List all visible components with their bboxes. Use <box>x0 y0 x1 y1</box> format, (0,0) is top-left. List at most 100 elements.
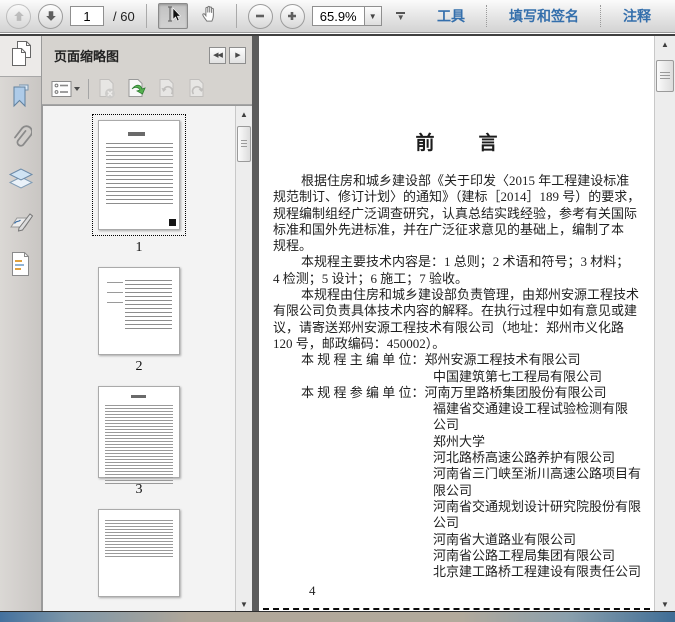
scrollbar-thumb[interactable] <box>656 60 674 92</box>
arrow-down-icon <box>44 9 58 23</box>
right-triangle-icon: ▶ <box>235 52 240 59</box>
document-text-line: 河南省交通规划设计研究院股份有限 <box>433 498 642 514</box>
document-text-line: 河南省大道路业有限公司 <box>433 531 577 547</box>
tools-link[interactable]: 工具 <box>423 2 479 30</box>
toolbar-separator <box>145 4 147 28</box>
thumbnail-scrollbar[interactable]: ▲ ▼ <box>235 106 252 612</box>
up-triangle-icon: ▲ <box>661 39 669 49</box>
selected-thumbnail-outline[interactable] <box>92 114 186 236</box>
document-text-line: 公司 <box>433 417 460 433</box>
page-footer-number: 4 <box>309 583 316 599</box>
document-text-line: 河南省三门峡至淅川高速公路项目有 <box>433 466 642 482</box>
page-thumbnail[interactable] <box>98 385 180 485</box>
thumbnail-corner-marker <box>169 219 176 226</box>
page-break-dashed-line <box>263 608 650 610</box>
document-text-line: 根据住房和城乡建设部《关于印发〈2015 年工程建设标准 <box>301 173 630 188</box>
zoom-out-button[interactable] <box>247 3 273 29</box>
thumbnail-list: 123 <box>43 106 235 612</box>
collapse-panel-button[interactable]: ◀◀ <box>209 46 226 64</box>
layers-tab[interactable] <box>0 161 41 203</box>
scroll-up-button[interactable]: ▲ <box>655 36 675 52</box>
up-triangle-icon: ▲ <box>240 109 248 119</box>
comment-link[interactable]: 注释 <box>609 2 665 30</box>
document-scrollbar[interactable]: ▲ ▼ <box>654 36 675 612</box>
link-separator <box>600 5 602 27</box>
page-thumbnail[interactable] <box>98 120 180 230</box>
expand-panel-button[interactable]: ▶ <box>229 46 246 64</box>
thumbnails-panel: 页面缩略图 ◀◀ ▶ 1 2 3 ▲ ▼ <box>42 36 252 612</box>
comments-icon <box>10 251 31 282</box>
signatures-tab[interactable] <box>0 203 41 245</box>
scrollbar-thumb[interactable] <box>237 126 251 162</box>
panel-toolbar-separator <box>88 79 89 99</box>
chevron-down-icon: ▼ <box>368 11 377 21</box>
document-text-line: 郑州大学 <box>433 433 486 449</box>
comments-tab[interactable] <box>0 245 41 287</box>
thumbnail-page-number: 1 <box>135 240 143 255</box>
bookmark-icon <box>10 83 32 114</box>
document-text-line: 有限公司负责具体技术内容的解释。在执行过程中如有意见或建 <box>273 303 638 319</box>
scrollbar-grip <box>241 140 247 148</box>
panel-title: 页面缩略图 <box>54 48 120 64</box>
document-body: 根据住房和城乡建设部《关于印发〈2015 年工程建设标准 规范制订、修订计划〉的通… <box>273 173 642 580</box>
document-text-line: 本规程由住房和城乡建设部负责管理，由郑州安源工程技术 <box>301 287 640 303</box>
document-text-line: 河南省公路工程局集团有限公司 <box>433 547 616 563</box>
top-toolbar: / 60 ▼ ▼ 工具 填写和签名 注释 <box>0 0 675 33</box>
scrollbar-track[interactable] <box>655 52 675 596</box>
select-tool-button[interactable] <box>157 3 188 29</box>
rotate-right-button[interactable] <box>185 77 209 101</box>
document-text-line: 规范制订、修订计划〉的通知》（建标［2014］189 号）的要求， <box>273 189 641 205</box>
document-text-line: 规程。 <box>273 238 313 254</box>
document-text-line: 限公司 <box>433 482 473 498</box>
taskbar-edge <box>0 611 675 622</box>
arrow-up-icon <box>12 9 26 23</box>
document-text-line: 北京建工路桥工程建设有限责任公司 <box>433 564 642 580</box>
page-thumbnail[interactable] <box>98 509 180 597</box>
minus-icon <box>254 10 266 22</box>
hand-tool-button[interactable] <box>195 3 225 29</box>
fill-sign-link[interactable]: 填写和签名 <box>495 2 593 30</box>
link-separator <box>486 5 488 27</box>
scrollbar-grip <box>660 72 670 80</box>
bookmarks-tab[interactable] <box>0 77 41 119</box>
pdf-viewer-window: / 60 ▼ ▼ 工具 填写和签名 注释 <box>0 0 675 622</box>
navigation-icon-strip <box>0 36 42 612</box>
page-number-input[interactable] <box>70 6 104 26</box>
scroll-down-button[interactable]: ▼ <box>655 596 675 612</box>
extract-pages-button[interactable] <box>125 77 149 101</box>
toolbar-separator <box>235 4 237 28</box>
document-title: 前 言 <box>415 133 500 154</box>
double-left-icon: ◀◀ <box>213 52 223 59</box>
scroll-up-button[interactable]: ▲ <box>236 106 252 122</box>
previous-page-button[interactable] <box>6 3 31 29</box>
zoom-dropdown-button[interactable]: ▼ <box>363 6 382 26</box>
document-text-line: 中国建筑第七工程局有限公司 <box>433 368 603 384</box>
attachments-tab[interactable] <box>0 119 41 161</box>
zoom-level-input[interactable] <box>311 6 364 26</box>
toolbar-overflow-button[interactable]: ▼ <box>393 8 409 24</box>
document-text-line: 公司 <box>433 515 460 531</box>
delete-pages-button[interactable] <box>95 77 119 101</box>
page-total-label: / 60 <box>113 8 135 24</box>
next-page-button[interactable] <box>38 3 63 29</box>
scrollbar-track[interactable] <box>236 122 252 596</box>
options-menu-button[interactable] <box>50 77 82 101</box>
document-text-line: 标准和国外先进标准，并在广泛征求意见的基础上，编制了本 <box>273 221 625 237</box>
zoom-in-button[interactable] <box>279 3 305 29</box>
panel-toolbar <box>42 74 252 105</box>
document-text-line: 本规程主要技术内容是：1 总则；2 术语和符号；3 材料； <box>301 254 630 270</box>
document-text-line: 本 规 程 主 编 单 位：郑州安源工程技术有限公司 <box>301 352 581 368</box>
rotate-left-button[interactable] <box>155 77 179 101</box>
document-text-line: 本 规 程 参 编 单 位：河南万里路桥集团股份有限公司 <box>301 384 607 400</box>
document-page[interactable]: 前 言 根据住房和城乡建设部《关于印发〈2015 年工程建设标准 规范制订、修订计… <box>259 36 654 612</box>
hand-tool-icon <box>200 4 219 28</box>
page-thumbnail[interactable] <box>98 267 180 355</box>
paperclip-icon <box>10 124 33 157</box>
panel-splitter[interactable] <box>252 36 259 612</box>
down-triangle-icon: ▼ <box>240 599 248 609</box>
page-thumbnails-tab[interactable] <box>0 36 41 77</box>
document-text-line: 规程编制组经广泛调查研究，认真总结实践经验，参考有关国际 <box>273 205 638 221</box>
document-view: 前 言 根据住房和城乡建设部《关于印发〈2015 年工程建设标准 规范制订、修订计… <box>259 36 654 612</box>
scroll-down-button[interactable]: ▼ <box>236 596 252 612</box>
select-tool-icon <box>164 5 182 28</box>
